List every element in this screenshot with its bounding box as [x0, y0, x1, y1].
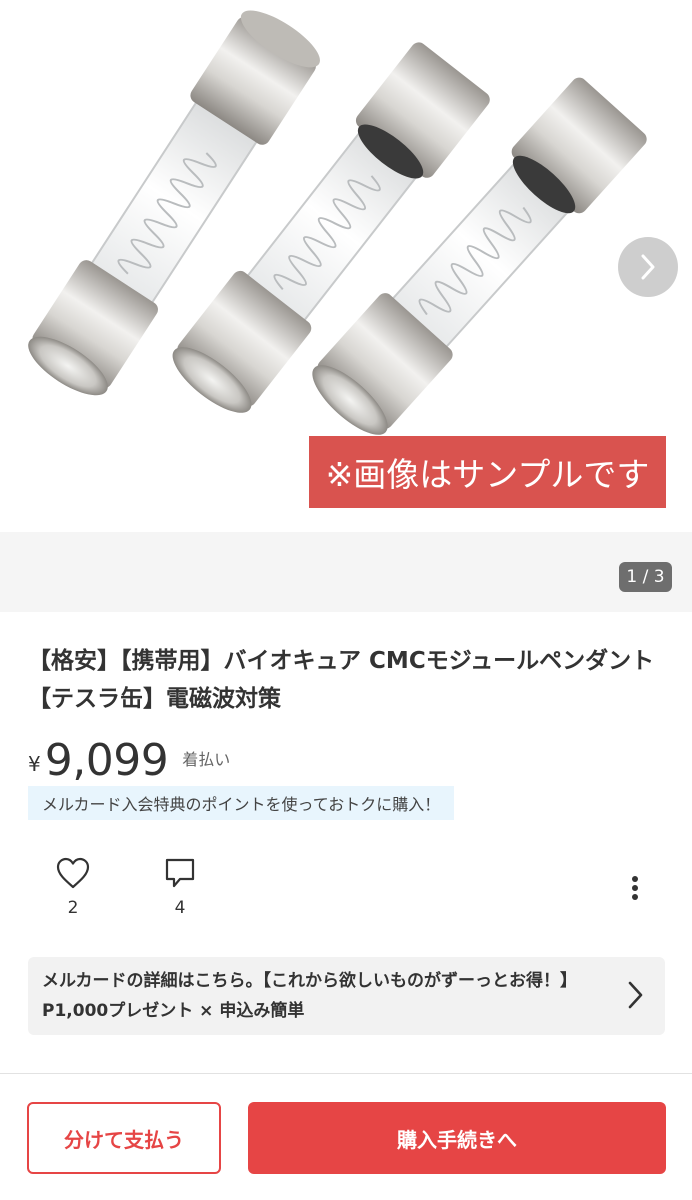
chevron-right-icon [628, 981, 643, 1009]
like-button[interactable]: 2 [47, 856, 99, 918]
more-options-button[interactable] [620, 872, 650, 904]
product-price: 9,099 [44, 735, 169, 786]
product-title: 【格安】【携帯用】バイオキュア CMCモジュールペンダント【テスラ缶】電磁波対策 [28, 648, 655, 712]
currency-symbol: ¥ [28, 752, 41, 776]
comment-icon [165, 858, 195, 888]
promo-banner: メルカード入会特典のポイントを使っておトクに購入！ [28, 786, 455, 820]
image-counter: 1 / 3 [619, 562, 672, 592]
more-vertical-icon [632, 876, 638, 900]
bottom-action-bar: 分けて支払う 購入手続きへ [0, 1073, 692, 1200]
mercard-banner-text: メルカードの詳細はこちら。【これから欲しいものがずーっとお得！】P1,000プレ… [42, 971, 577, 1021]
like-count: 2 [67, 898, 79, 918]
mercard-banner[interactable]: メルカードの詳細はこちら。【これから欲しいものがずーっとお得！】P1,000プレ… [28, 957, 665, 1035]
shipping-method: 着払い [182, 750, 231, 769]
next-image-button[interactable] [618, 237, 678, 297]
product-gallery[interactable]: ※画像はサンプルです 1 / 3 [0, 0, 692, 612]
comment-count: 4 [174, 898, 186, 918]
chevron-right-icon [641, 254, 655, 280]
price-row: ¥ 9,099 着払い [28, 730, 230, 786]
split-payment-button[interactable]: 分けて支払う [27, 1102, 221, 1174]
heart-icon [56, 857, 90, 889]
comment-button[interactable]: 4 [154, 856, 206, 918]
sample-image-label: ※画像はサンプルです [309, 436, 666, 508]
purchase-button[interactable]: 購入手続きへ [248, 1102, 666, 1174]
